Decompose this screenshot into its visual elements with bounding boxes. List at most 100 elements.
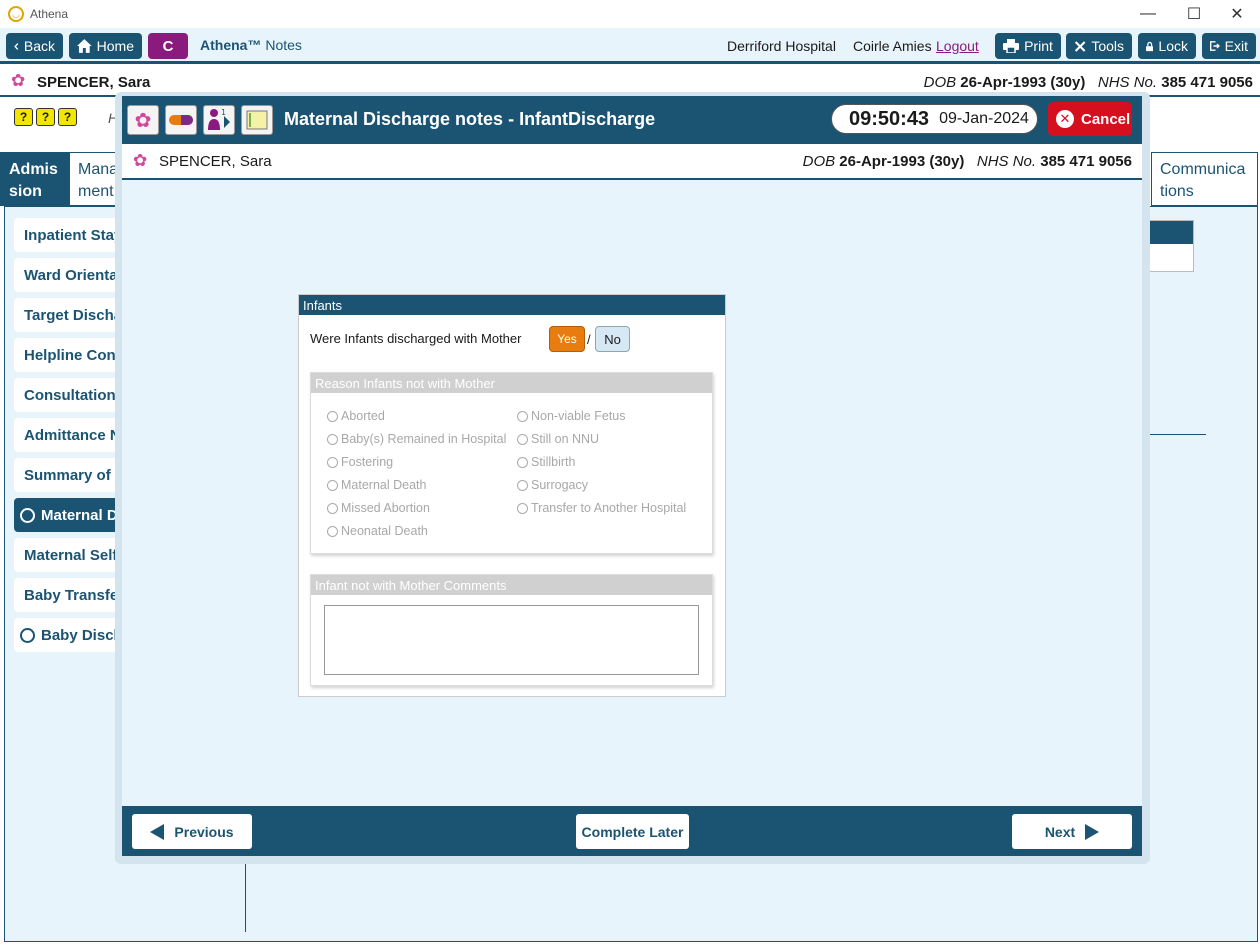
radio-label: Fostering — [341, 455, 394, 469]
radio-icon — [327, 433, 338, 445]
notepad-icon[interactable] — [241, 105, 273, 135]
radio-label: Maternal Death — [341, 478, 427, 492]
radio-non-viable-fetus[interactable]: Non-viable Fetus — [517, 409, 626, 423]
close-window-icon[interactable]: ✕ — [1214, 0, 1260, 28]
reason-group-title: Reason Infants not with Mother — [311, 373, 712, 393]
toggle-separator: / — [587, 332, 591, 347]
help-list-icon[interactable]: ? — [14, 108, 33, 126]
printer-icon — [1003, 39, 1020, 53]
tab-management-line1: Mana — [78, 161, 119, 178]
infants-question-label: Were Infants discharged with Mother — [310, 331, 522, 346]
help-question-icon[interactable]: ? — [58, 108, 77, 126]
radio-label: Stillbirth — [531, 455, 576, 469]
nav-item-label: Consultation I — [24, 386, 124, 404]
help-question-icon[interactable]: ? — [36, 108, 55, 126]
radio-stillbirth[interactable]: Stillbirth — [517, 455, 575, 469]
lock-icon — [1146, 41, 1154, 51]
clock-time: 09:50:43 — [849, 107, 930, 130]
print-label: Print — [1024, 38, 1053, 54]
radio-neonatal-death[interactable]: Neonatal Death — [327, 524, 428, 538]
user-name: Coirle Amies — [853, 38, 932, 54]
lock-button[interactable]: Lock — [1138, 33, 1196, 59]
female-flower-icon: ✿ — [11, 71, 26, 90]
radio-label: Non-viable Fetus — [531, 409, 626, 423]
exit-label: Exit — [1224, 38, 1248, 54]
c-button[interactable]: C — [148, 33, 188, 59]
clock-display: 09:50:43 09-Jan-2024 — [831, 104, 1038, 134]
lock-label: Lock — [1158, 38, 1188, 54]
infants-panel: Infants Were Infants discharged with Mot… — [298, 294, 726, 697]
radio-label: Still on NNU — [531, 432, 600, 446]
arrow-right-icon — [1085, 823, 1100, 840]
radio-label: Surrogacy — [531, 478, 588, 492]
comments-group: Infant not with Mother Comments — [310, 574, 713, 686]
radio-aborted[interactable]: Aborted — [327, 409, 385, 423]
tab-management-line2: ment — [78, 183, 114, 200]
radio-fostering[interactable]: Fostering — [327, 455, 393, 469]
complete-later-label: Complete Later — [581, 823, 684, 840]
tools-button[interactable]: Tools — [1066, 33, 1132, 59]
comments-textarea[interactable] — [324, 605, 699, 675]
radio-remained-in-hospital[interactable]: Baby(s) Remained in Hospital — [327, 432, 506, 446]
radio-label: Transfer to Another Hospital — [531, 501, 687, 515]
exit-button[interactable]: Exit — [1202, 33, 1256, 59]
modal-patient-banner: ✿ SPENCER, Sara DOB 26-Apr-1993 (30y) NH… — [122, 144, 1142, 180]
radio-transfer-hospital[interactable]: Transfer to Another Hospital — [517, 501, 686, 515]
radio-label: Missed Abortion — [341, 501, 430, 515]
status-circle-icon — [20, 507, 35, 523]
medication-pill-icon[interactable] — [165, 105, 197, 135]
nhs-value: 385 471 9056 — [1040, 153, 1132, 170]
radio-icon — [517, 479, 528, 491]
radio-still-on-nnu[interactable]: Still on NNU — [517, 432, 599, 446]
female-flower-icon[interactable]: ✿ — [127, 105, 159, 135]
complete-later-button[interactable]: Complete Later — [576, 814, 689, 849]
nhs-label: NHS No. — [976, 153, 1037, 170]
tools-icon — [1074, 40, 1086, 52]
nhs-value: 385 471 9056 — [1161, 74, 1253, 91]
radio-icon — [517, 502, 528, 514]
nav-item-label: Target Dischar — [24, 306, 128, 324]
no-toggle-button[interactable]: No — [595, 326, 630, 352]
radio-icon — [327, 456, 338, 468]
nav-item-label: Inpatient Stay — [24, 226, 123, 244]
maximize-icon[interactable]: ☐ — [1171, 0, 1217, 28]
tab-admission-line1: Admis — [9, 161, 58, 178]
clock-date: 09-Jan-2024 — [939, 110, 1029, 127]
yes-toggle-button[interactable]: Yes — [549, 326, 585, 352]
status-circle-icon — [20, 627, 35, 643]
radio-missed-abortion[interactable]: Missed Abortion — [327, 501, 430, 515]
home-button[interactable]: Home — [69, 33, 142, 59]
svg-text:1: 1 — [221, 108, 226, 117]
radio-icon — [327, 410, 338, 422]
next-button[interactable]: Next — [1012, 814, 1132, 849]
mother-baby-icon[interactable]: 1 — [203, 105, 235, 135]
radio-surrogacy[interactable]: Surrogacy — [517, 478, 588, 492]
radio-maternal-death[interactable]: Maternal Death — [327, 478, 426, 492]
radio-icon — [327, 502, 338, 514]
dob-label: DOB — [802, 153, 836, 170]
radio-label: Neonatal Death — [341, 524, 428, 538]
previous-button[interactable]: Previous — [132, 814, 252, 849]
minimize-icon[interactable]: — — [1125, 0, 1171, 28]
tab-communications-line2: tions — [1160, 183, 1194, 200]
nav-item-label: Helpline Cont — [24, 346, 121, 364]
cancel-button[interactable]: ✕ Cancel — [1048, 102, 1132, 136]
chevron-left-icon — [14, 42, 19, 50]
patient-name: SPENCER, Sara — [37, 74, 151, 91]
home-icon — [77, 39, 92, 53]
next-label: Next — [1044, 823, 1076, 840]
dob-value: 26-Apr-1993 (30y) — [960, 74, 1086, 91]
nav-item-label: Maternal Self — [24, 546, 118, 564]
tab-management[interactable]: Mana ment — [69, 152, 121, 206]
tab-communications[interactable]: Communica tions — [1151, 152, 1258, 206]
nav-item-label: Ward Orientat — [24, 266, 123, 284]
tab-admission[interactable]: Admis sion — [0, 152, 69, 206]
logout-link[interactable]: Logout — [936, 38, 979, 54]
nav-item-label: Maternal Di — [41, 506, 122, 524]
radio-icon — [327, 479, 338, 491]
back-button[interactable]: Back — [6, 33, 63, 59]
brand-name: Athena™ — [200, 37, 262, 53]
print-button[interactable]: Print — [995, 33, 1061, 59]
radio-icon — [517, 433, 528, 445]
main-toolbar: Back Home C Athena™ Notes Derriford Hosp… — [0, 28, 1260, 64]
